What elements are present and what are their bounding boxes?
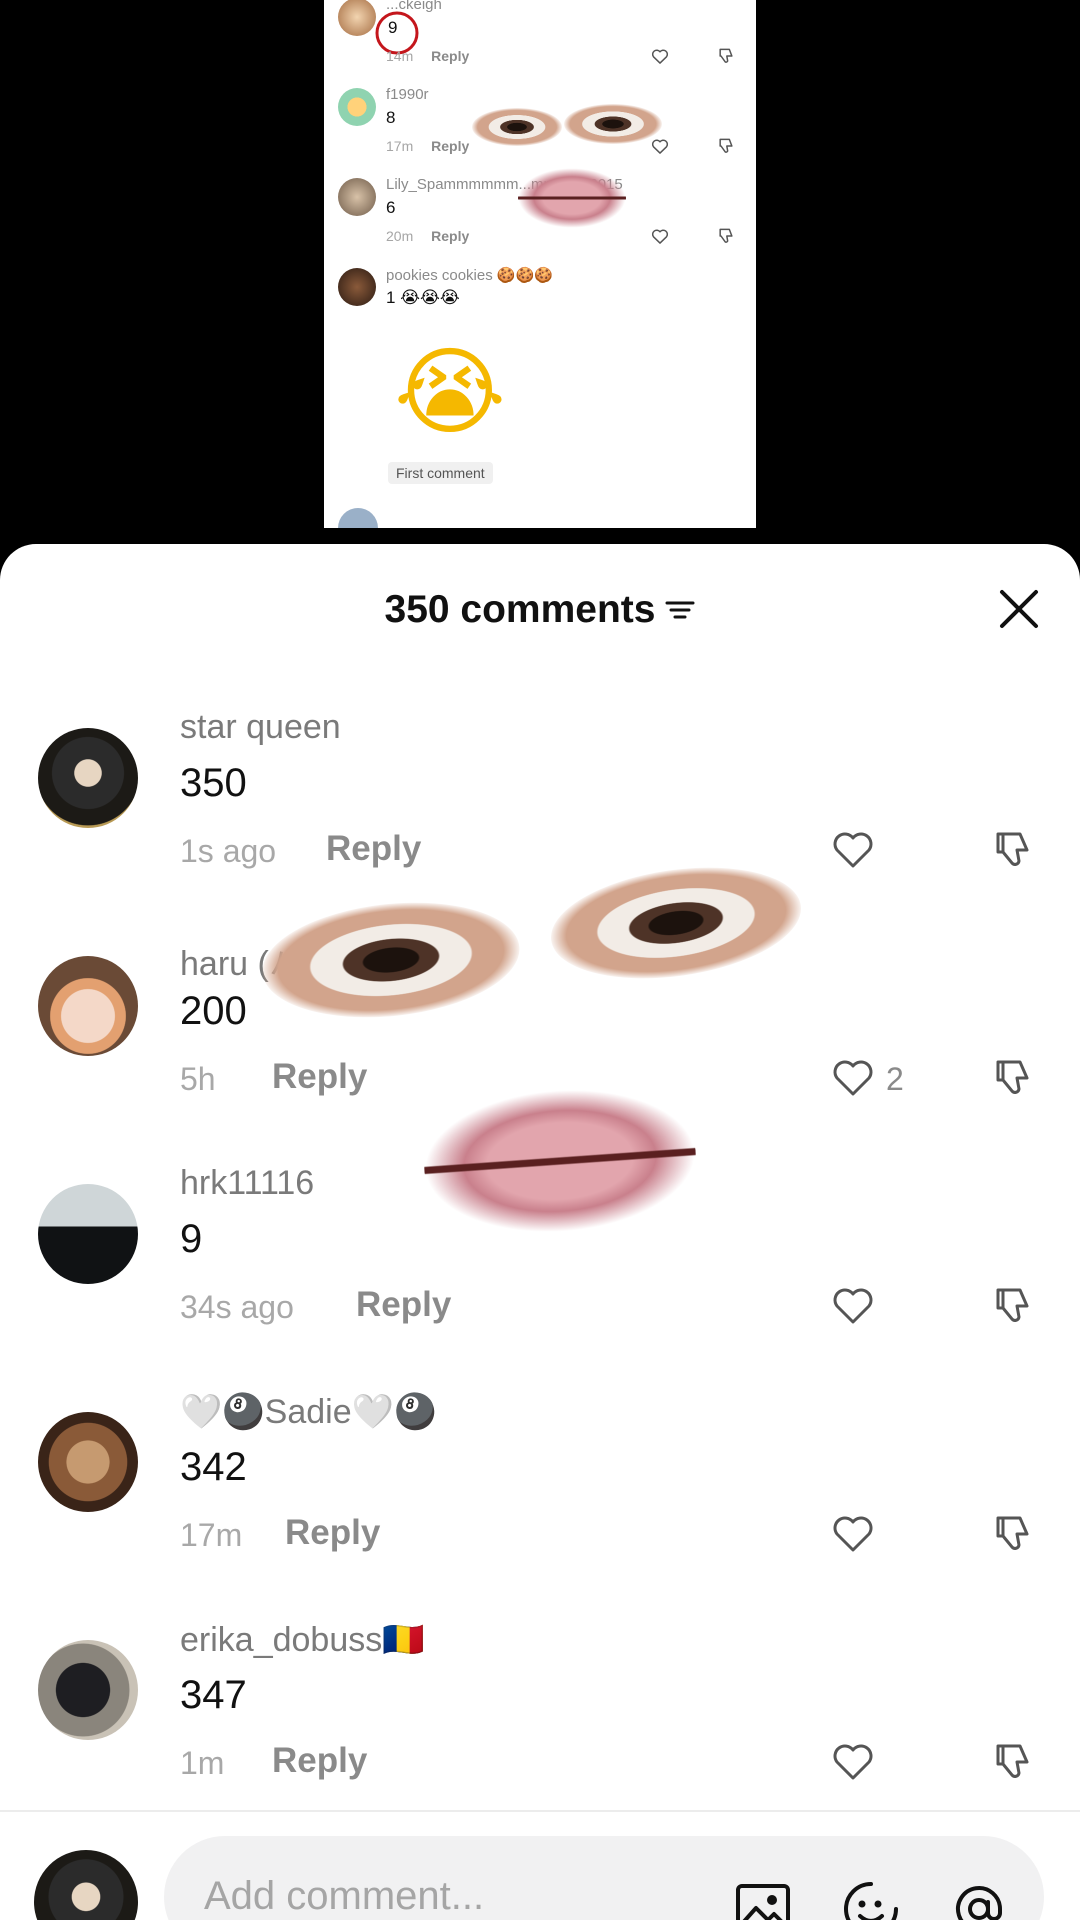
crying-emoji-sticker: 😭 bbox=[393, 339, 507, 446]
comment-item: 🤍🎱Sadie🤍🎱 342 17m Reply bbox=[0, 1372, 1080, 1600]
comment-text: 342 bbox=[180, 1445, 247, 1489]
video-area[interactable]: ...ckeigh 9 14m Reply f1990r 8 17m Reply bbox=[0, 0, 1080, 560]
heart-outline-icon bbox=[651, 139, 669, 154]
avatar bbox=[338, 268, 376, 306]
comment-input[interactable] bbox=[164, 1836, 1044, 1920]
heart-outline-icon[interactable] bbox=[828, 1736, 878, 1786]
screenshot-username: f1990r bbox=[386, 86, 429, 103]
comment-count-title: 350 comments bbox=[384, 588, 656, 631]
screenshot-comment-text: 6 bbox=[386, 198, 396, 217]
heart-outline-icon bbox=[651, 49, 669, 64]
comment-time: 17m bbox=[180, 1517, 243, 1553]
thumbs-down-icon[interactable] bbox=[990, 824, 1040, 874]
like-count: 2 bbox=[886, 1061, 904, 1097]
comment-text: 9 bbox=[180, 1217, 203, 1261]
avatar[interactable] bbox=[38, 956, 138, 1056]
comment-text: 347 bbox=[180, 1673, 247, 1717]
screenshot-time: 14m bbox=[386, 48, 414, 64]
reply-button[interactable]: Reply bbox=[326, 829, 421, 869]
comment-text: 200 bbox=[180, 989, 247, 1033]
thumbs-down-icon[interactable] bbox=[990, 1508, 1040, 1558]
screenshot-username: pookies cookies 🍪🍪🍪 bbox=[386, 267, 553, 284]
heart-outline-icon[interactable] bbox=[828, 1508, 878, 1558]
screenshot-comment: pookies cookies 🍪🍪🍪 1 😭😭😭 bbox=[324, 262, 756, 352]
avatar bbox=[34, 1850, 138, 1920]
at-mention-icon[interactable] bbox=[948, 1878, 1010, 1920]
avatar bbox=[338, 178, 376, 216]
heart-outline-icon[interactable] bbox=[828, 1280, 878, 1330]
comment-item: erika_dobuss🇷🇴 347 1m Reply bbox=[0, 1600, 1080, 1828]
sheet-header: 350 comments bbox=[0, 584, 1080, 636]
comment-time: 1m bbox=[180, 1745, 225, 1781]
screenshot-comment-text: 1 😭😭😭 bbox=[386, 288, 460, 307]
reply-button[interactable]: Reply bbox=[272, 1057, 367, 1097]
comment-text: 350 bbox=[180, 761, 247, 805]
sort-lines-icon[interactable] bbox=[665, 595, 695, 625]
screenshot-comment: ...ckeigh 9 14m Reply bbox=[324, 0, 756, 82]
reply-button[interactable]: Reply bbox=[285, 1513, 380, 1553]
screenshot-meta: 17m Reply bbox=[386, 138, 469, 154]
divider bbox=[0, 1810, 1080, 1812]
embedded-comments-screenshot: ...ckeigh 9 14m Reply f1990r 8 17m Reply bbox=[324, 0, 756, 528]
reply-button[interactable]: Reply bbox=[356, 1285, 451, 1325]
comment-time: 34s ago bbox=[180, 1289, 294, 1325]
comment-item: star queen 350 1s ago Reply bbox=[0, 688, 1080, 916]
screenshot-reply: Reply bbox=[431, 138, 470, 154]
thumbs-down-icon bbox=[719, 228, 733, 243]
thumbs-down-icon[interactable] bbox=[990, 1736, 1040, 1786]
avatar[interactable] bbox=[38, 728, 138, 828]
screenshot-time: 17m bbox=[386, 138, 414, 154]
first-comment-label: First comment bbox=[388, 462, 493, 484]
image-icon[interactable] bbox=[732, 1878, 794, 1920]
screenshot-meta: 14m Reply bbox=[386, 48, 469, 64]
comment-item: hrk11116 9 34s ago Reply bbox=[0, 1144, 1080, 1372]
thumbs-down-icon[interactable] bbox=[990, 1280, 1040, 1330]
screenshot-comment: f1990r 8 17m Reply bbox=[324, 82, 756, 172]
screenshot-comment: Lily_Spammmmmm...mm09062015 6 20m Reply bbox=[324, 172, 756, 262]
thumbs-down-icon bbox=[719, 138, 733, 153]
screenshot-reply: Reply bbox=[431, 48, 470, 64]
heart-outline-icon[interactable] bbox=[828, 1052, 878, 1102]
avatar[interactable] bbox=[38, 1412, 138, 1512]
comment-item: haru (ハル) 200 5h Reply 2 bbox=[0, 916, 1080, 1144]
avatar[interactable] bbox=[38, 1640, 138, 1740]
comment-username[interactable]: star queen bbox=[180, 708, 341, 747]
comment-username[interactable]: haru (ハル) bbox=[180, 936, 348, 985]
comments-sheet: 350 comments star queen 350 1s ago Reply… bbox=[0, 544, 1080, 1920]
screenshot-time: 20m bbox=[386, 228, 414, 244]
screenshot-username: Lily_Spammmmmm...mm09062015 bbox=[386, 176, 623, 193]
comment-time: 1s ago bbox=[180, 833, 277, 869]
close-icon[interactable] bbox=[994, 584, 1044, 634]
screenshot-comment-text: 8 bbox=[386, 108, 396, 127]
screenshot-meta: 20m Reply bbox=[386, 228, 469, 244]
thumbs-down-icon bbox=[719, 48, 733, 63]
avatar bbox=[338, 508, 378, 528]
thumbs-down-icon[interactable] bbox=[990, 1052, 1040, 1102]
heart-outline-icon[interactable] bbox=[828, 824, 878, 874]
comment-time: 5h bbox=[180, 1061, 216, 1097]
comment-username[interactable]: hrk11116 bbox=[180, 1164, 314, 1203]
avatar bbox=[338, 88, 376, 126]
avatar[interactable] bbox=[38, 1184, 138, 1284]
screenshot-reply: Reply bbox=[431, 228, 470, 244]
comment-username[interactable]: 🤍🎱Sadie🤍🎱 bbox=[180, 1392, 436, 1432]
heart-outline-icon bbox=[651, 229, 669, 244]
avatar bbox=[338, 0, 376, 36]
comment-username[interactable]: erika_dobuss🇷🇴 bbox=[180, 1620, 425, 1660]
emoji-face-icon[interactable] bbox=[840, 1878, 902, 1920]
reply-button[interactable]: Reply bbox=[272, 1741, 367, 1781]
